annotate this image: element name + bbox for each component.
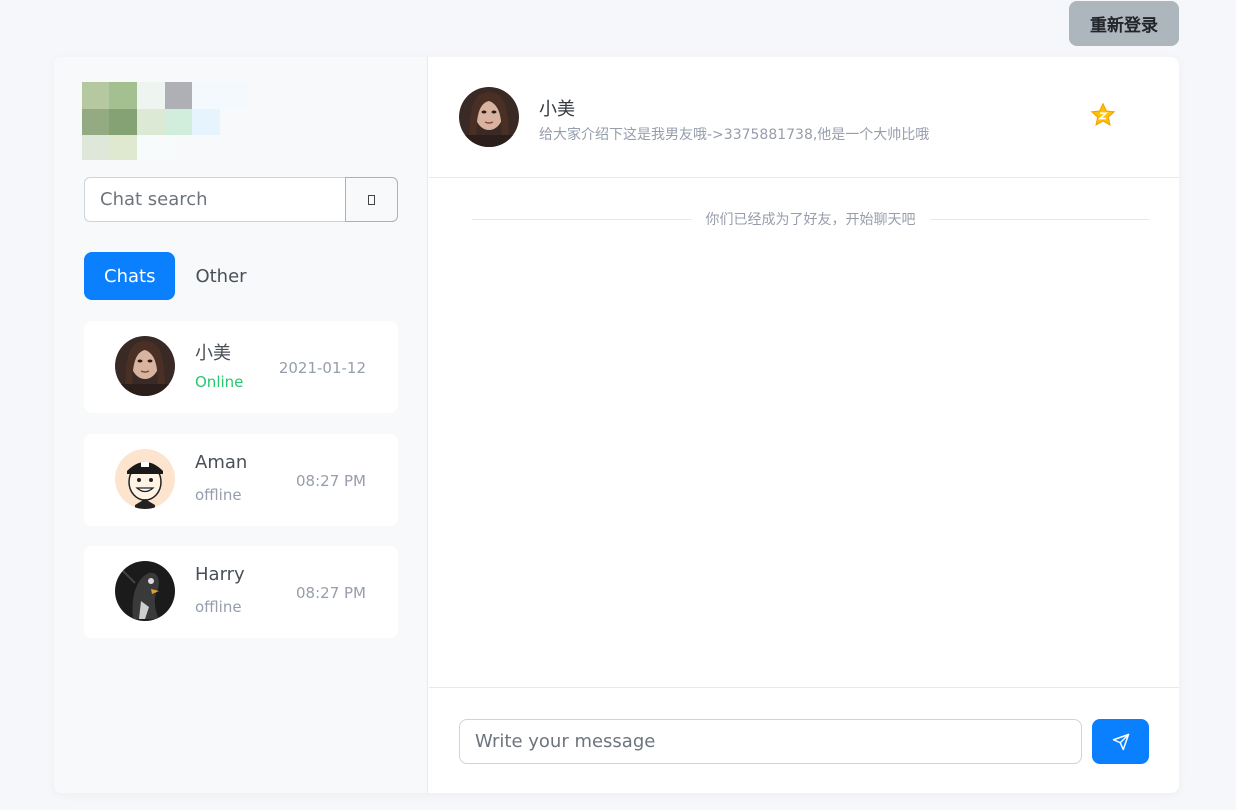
chat-time: 08:27 PM xyxy=(296,472,366,490)
divider xyxy=(929,218,1149,220)
chat-name: 小美 xyxy=(195,343,231,364)
chat-status: offline xyxy=(195,486,242,504)
conversation-header: 小美 给大家介绍下这是我男友哦->3375881738,他是一个大帅比哦 xyxy=(429,57,1179,178)
message-composer xyxy=(429,687,1179,793)
chat-list-item-harry[interactable]: Harry offline 08:27 PM xyxy=(84,546,398,638)
system-message: 你们已经成为了好友，开始聊天吧 xyxy=(472,207,1149,231)
logo xyxy=(82,82,252,160)
avatar-aman xyxy=(115,449,175,509)
chat-status: offline xyxy=(195,598,242,616)
chat-time: 08:27 PM xyxy=(296,584,366,602)
search-input[interactable] xyxy=(84,177,346,222)
sidebar: Chats Other 小美 Online 2021-01-12 xyxy=(54,57,428,793)
chat-app: Chats Other 小美 Online 2021-01-12 xyxy=(54,57,1179,793)
contact-description: 给大家介绍下这是我男友哦->3375881738,他是一个大帅比哦 xyxy=(539,127,930,143)
contact-name: 小美 xyxy=(539,99,575,120)
system-message-text: 你们已经成为了好友，开始聊天吧 xyxy=(705,212,916,228)
send-button[interactable] xyxy=(1092,719,1149,764)
tab-chats[interactable]: Chats xyxy=(84,252,176,300)
chat-time: 2021-01-12 xyxy=(278,359,366,377)
chat-list-item-xiaomei[interactable]: 小美 Online 2021-01-12 xyxy=(84,321,398,413)
tab-other[interactable]: Other xyxy=(175,252,266,300)
avatar-xiaomei xyxy=(115,336,175,396)
chat-status: Online xyxy=(195,373,244,391)
avatar-xiaomei[interactable] xyxy=(459,87,519,147)
search-button[interactable] xyxy=(345,177,398,222)
divider xyxy=(472,218,692,220)
avatar-harry xyxy=(115,561,175,621)
conversation-panel: 小美 给大家介绍下这是我男友哦->3375881738,他是一个大帅比哦 你们已… xyxy=(429,57,1179,793)
tab-bar: Chats Other xyxy=(84,252,267,300)
chat-name: Aman xyxy=(195,452,248,473)
send-icon xyxy=(1112,733,1129,750)
search-icon xyxy=(368,194,376,205)
chat-search xyxy=(84,177,398,222)
relogin-button[interactable]: 重新登录 xyxy=(1069,1,1179,46)
chat-list-item-aman[interactable]: Aman offline 08:27 PM xyxy=(84,434,398,526)
star-icon[interactable] xyxy=(1089,101,1117,129)
message-input[interactable] xyxy=(459,719,1082,764)
chat-name: Harry xyxy=(195,564,245,585)
